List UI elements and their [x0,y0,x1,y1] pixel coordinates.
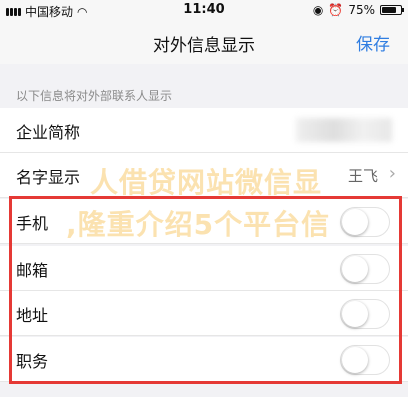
row-label: 企业简称 [16,123,81,142]
row-label: 职务 [16,352,49,371]
chevron-right-icon: › [388,163,396,184]
address-toggle[interactable] [340,299,390,329]
battery-percent: 75% [348,3,375,17]
row-name-display[interactable]: 名字显示 王飞 › [0,153,408,198]
row-email: 邮箱 [0,246,408,291]
row-phone: 手机 [0,199,408,244]
company-name-value-blurred [296,118,392,142]
row-job-title: 职务 [0,337,408,382]
row-company-short-name[interactable]: 企业简称 [0,108,408,153]
orientation-lock-icon: ◉ [312,3,324,17]
toggle-knob [342,301,368,327]
row-label: 地址 [16,306,49,325]
row-label: 名字显示 [16,168,81,187]
toggle-knob [342,347,368,373]
section-hint: 以下信息将对外部联系人显示 [16,89,173,103]
nav-bar: 对外信息显示 保存 [0,20,408,64]
row-label: 手机 [16,214,49,233]
row-address: 地址 [0,291,408,336]
battery-icon [380,5,404,15]
save-button[interactable]: 保存 [356,30,390,55]
phone-toggle[interactable] [340,207,390,237]
status-right: ◉ ⏰ 75% [312,3,404,17]
name-display-value: 王飞 [347,167,378,185]
alarm-icon: ⏰ [328,3,344,17]
page-title: 对外信息显示 [153,36,255,56]
toggle-knob [342,256,368,282]
toggle-knob [342,209,368,235]
email-toggle[interactable] [340,254,390,284]
row-label: 邮箱 [16,261,49,280]
job-title-toggle[interactable] [340,345,390,375]
status-bar: 中国移动 ◠ 11:40 ◉ ⏰ 75% [0,0,408,20]
